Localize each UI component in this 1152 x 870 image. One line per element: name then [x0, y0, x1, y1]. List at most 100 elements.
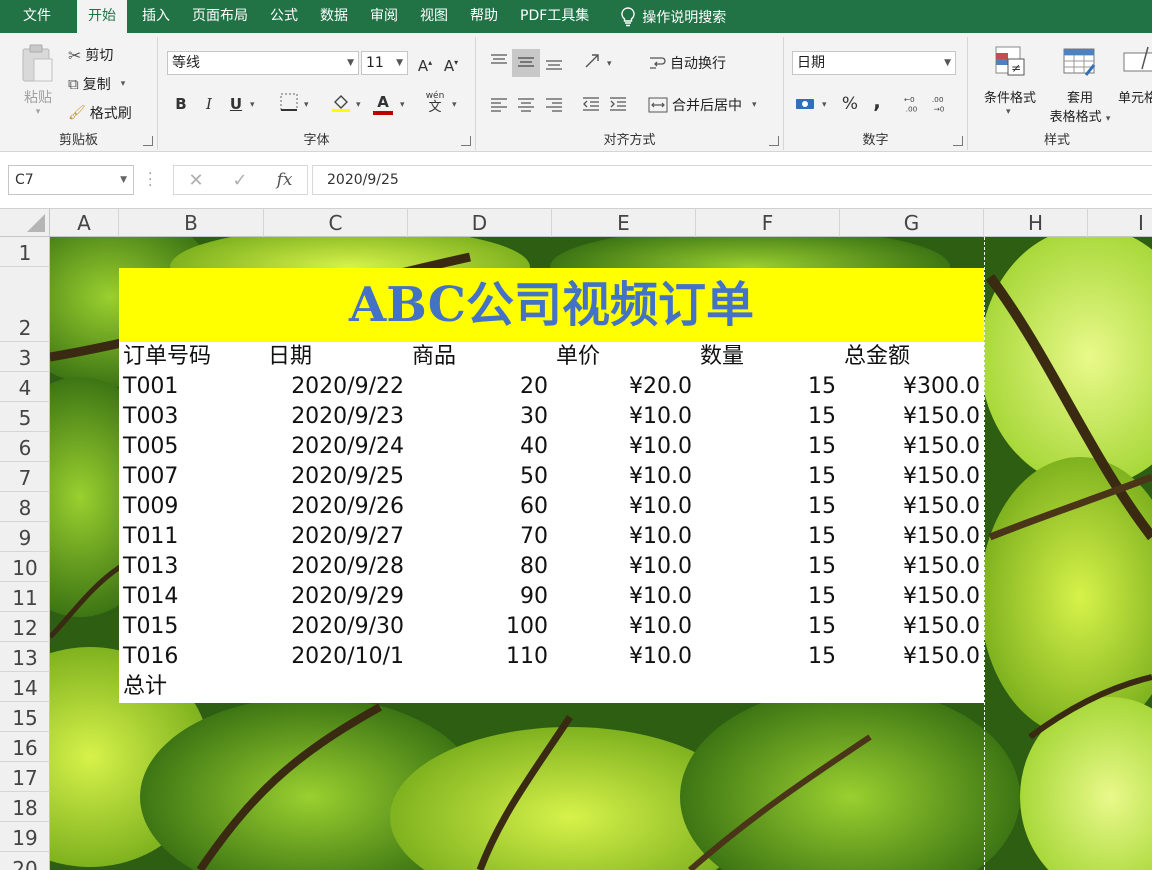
phonetic-guide-icon[interactable]: wén 文: [424, 91, 446, 114]
row-header-19[interactable]: 19: [0, 822, 50, 852]
order-no-cell[interactable]: T001: [119, 372, 264, 402]
date-cell[interactable]: 2020/9/29: [264, 582, 408, 612]
date-cell[interactable]: 2020/10/1: [264, 642, 408, 672]
quantity-cell[interactable]: 15: [696, 612, 840, 642]
tab-help[interactable]: 帮助: [459, 0, 509, 33]
merge-center-button[interactable]: 合并后居中 ▾: [648, 95, 757, 115]
total-cell[interactable]: ¥150.0: [840, 492, 984, 522]
quantity-cell[interactable]: 15: [696, 462, 840, 492]
row-header-6[interactable]: 6: [0, 432, 50, 462]
number-format-combo[interactable]: 日期 ▼: [792, 51, 956, 75]
align-middle-icon[interactable]: [515, 51, 537, 73]
fill-color-dropdown-icon[interactable]: ▾: [356, 100, 361, 110]
price-cell[interactable]: ¥10.0: [552, 492, 696, 522]
column-header-d[interactable]: D: [408, 209, 552, 237]
price-cell[interactable]: ¥10.0: [552, 552, 696, 582]
product-cell[interactable]: 60: [408, 492, 552, 522]
format-as-table-button[interactable]: 套用 表格格式 ▾: [1042, 45, 1118, 125]
price-cell[interactable]: ¥10.0: [552, 612, 696, 642]
price-cell[interactable]: ¥10.0: [552, 462, 696, 492]
decrease-indent-icon[interactable]: [580, 93, 602, 115]
orientation-dropdown-icon[interactable]: ▾: [607, 59, 612, 69]
row-header-17[interactable]: 17: [0, 762, 50, 792]
quantity-cell[interactable]: 15: [696, 522, 840, 552]
quantity-cell[interactable]: 15: [696, 642, 840, 672]
product-cell[interactable]: 50: [408, 462, 552, 492]
font-launcher-icon[interactable]: [461, 136, 471, 146]
phonetic-dropdown-icon[interactable]: ▾: [452, 100, 457, 110]
row-header-8[interactable]: 8: [0, 492, 50, 522]
quantity-cell[interactable]: 15: [696, 432, 840, 462]
total-cell[interactable]: ¥150.0: [840, 522, 984, 552]
row-header-20[interactable]: 20: [0, 852, 50, 870]
cell-styles-button[interactable]: 单元格: [1116, 45, 1152, 125]
tab-view[interactable]: 视图: [409, 0, 459, 33]
name-box[interactable]: C7 ▼: [8, 165, 134, 195]
conditional-format-button[interactable]: ≠ 条件格式 ▾: [976, 45, 1044, 125]
row-header-18[interactable]: 18: [0, 792, 50, 822]
row-header-15[interactable]: 15: [0, 702, 50, 732]
order-no-cell[interactable]: T014: [119, 582, 264, 612]
tell-me-search[interactable]: 操作说明搜索: [600, 6, 726, 27]
tab-formulas[interactable]: 公式: [259, 0, 309, 33]
increase-decimal-icon[interactable]: ←0.00: [902, 93, 924, 115]
align-center-icon[interactable]: [515, 93, 537, 115]
product-cell[interactable]: 30: [408, 402, 552, 432]
cancel-icon[interactable]: ✕: [188, 170, 203, 191]
currency-icon[interactable]: [794, 93, 816, 115]
header-cell-quantity[interactable]: 数量: [696, 342, 840, 372]
price-cell[interactable]: ¥20.0: [552, 372, 696, 402]
header-cell-order-no[interactable]: 订单号码: [119, 342, 264, 372]
date-cell[interactable]: 2020/9/25: [264, 462, 408, 492]
enter-icon[interactable]: ✓: [233, 170, 248, 191]
orientation-icon[interactable]: [582, 51, 604, 73]
fill-color-icon[interactable]: [330, 93, 352, 115]
clipboard-launcher-icon[interactable]: [143, 136, 153, 146]
underline-button[interactable]: U: [225, 93, 247, 115]
formula-bar-grip-icon[interactable]: · · ·: [148, 167, 152, 193]
insert-function-icon[interactable]: fx: [277, 170, 293, 190]
total-cell[interactable]: ¥150.0: [840, 432, 984, 462]
date-cell[interactable]: 2020/9/27: [264, 522, 408, 552]
row-header-16[interactable]: 16: [0, 732, 50, 762]
formula-input[interactable]: 2020/9/25: [312, 165, 1152, 195]
price-cell[interactable]: ¥10.0: [552, 582, 696, 612]
quantity-cell[interactable]: 15: [696, 372, 840, 402]
product-cell[interactable]: 80: [408, 552, 552, 582]
product-cell[interactable]: 20: [408, 372, 552, 402]
order-no-cell[interactable]: T016: [119, 642, 264, 672]
order-no-cell[interactable]: T007: [119, 462, 264, 492]
cut-button[interactable]: ✂ 剪切: [68, 45, 113, 65]
decrease-decimal-icon[interactable]: .00→0: [930, 93, 952, 115]
date-cell[interactable]: 2020/9/23: [264, 402, 408, 432]
price-cell[interactable]: ¥10.0: [552, 522, 696, 552]
product-cell[interactable]: 100: [408, 612, 552, 642]
date-cell[interactable]: 2020/9/22: [264, 372, 408, 402]
total-cell[interactable]: ¥300.0: [840, 372, 984, 402]
price-cell[interactable]: ¥10.0: [552, 432, 696, 462]
date-cell[interactable]: 2020/9/24: [264, 432, 408, 462]
decrease-font-icon[interactable]: A▾: [440, 52, 462, 75]
percent-button[interactable]: %: [839, 93, 861, 115]
total-cell[interactable]: ¥150.0: [840, 462, 984, 492]
row-header-1[interactable]: 1: [0, 237, 50, 267]
currency-dropdown-icon[interactable]: ▾: [822, 100, 827, 110]
product-cell[interactable]: 40: [408, 432, 552, 462]
comma-button[interactable]: ,: [866, 90, 888, 112]
copy-button[interactable]: ⧉ 复制 ▾: [68, 74, 125, 94]
total-cell[interactable]: ¥150.0: [840, 612, 984, 642]
alignment-launcher-icon[interactable]: [769, 136, 779, 146]
row-header-9[interactable]: 9: [0, 522, 50, 552]
tab-pdf-tools[interactable]: PDF工具集: [509, 0, 600, 33]
increase-font-icon[interactable]: A▴: [414, 52, 436, 75]
column-header-c[interactable]: C: [264, 209, 408, 237]
paste-button[interactable]: 粘贴 ▾: [18, 43, 58, 117]
row-header-3[interactable]: 3: [0, 342, 50, 372]
bold-button[interactable]: B: [170, 93, 192, 115]
row-header-10[interactable]: 10: [0, 552, 50, 582]
header-cell-price[interactable]: 单价: [552, 342, 696, 372]
borders-icon[interactable]: [278, 93, 300, 115]
row-header-5[interactable]: 5: [0, 402, 50, 432]
increase-indent-icon[interactable]: [607, 93, 629, 115]
tab-review[interactable]: 审阅: [359, 0, 409, 33]
